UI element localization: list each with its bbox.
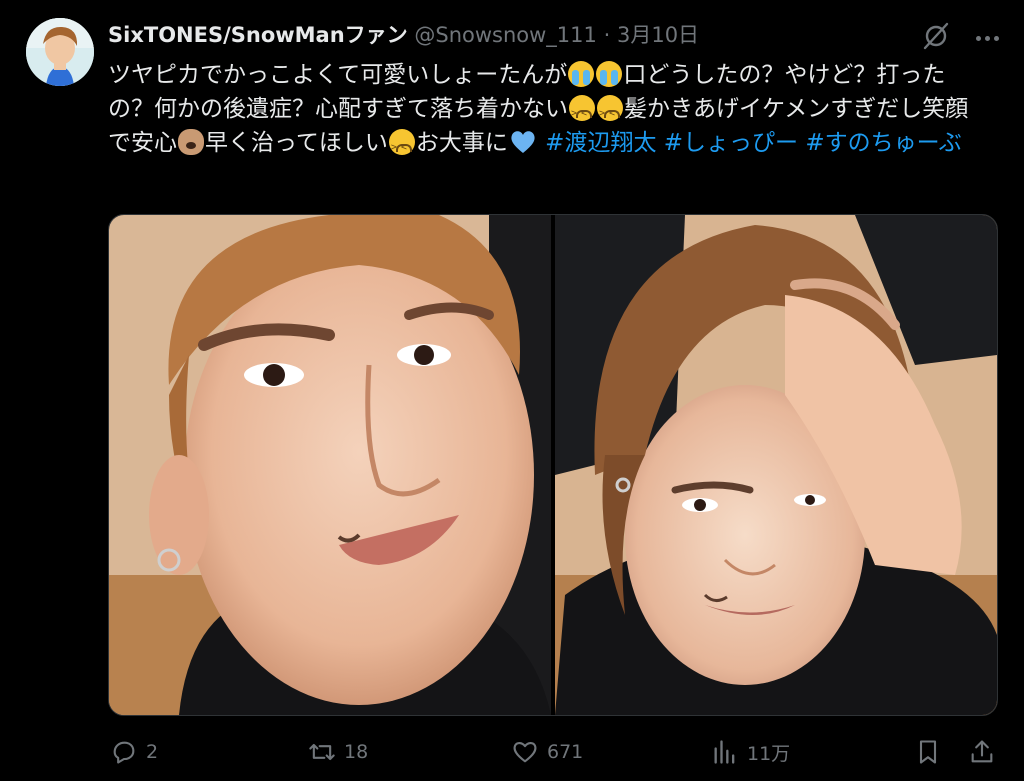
retweet-button[interactable]: 18 xyxy=(308,735,368,769)
avatar[interactable] xyxy=(26,18,94,86)
separator-dot: · xyxy=(603,23,611,47)
tired-face-icon xyxy=(597,95,623,131)
retweet-count: 18 xyxy=(344,741,369,763)
retweet-icon xyxy=(309,743,335,761)
tweet-date[interactable]: 3月10日 xyxy=(617,23,699,47)
heart-icon xyxy=(513,741,537,763)
share-icon xyxy=(971,740,993,763)
tweet-text: ツヤピカでかっこよくて可愛いしょーたんが 口どうしたの？やけど？打ったの？何かの後… xyxy=(108,58,988,165)
tweet-header: SixTONES/SnowManファン @Snowsnow_111 · 3月10… xyxy=(108,20,944,50)
text-segment: お大事に xyxy=(415,130,508,156)
loudly-crying-face-icon xyxy=(596,61,623,87)
tired-face-icon xyxy=(388,129,415,165)
display-name[interactable]: SixTONES/SnowManファン xyxy=(108,23,408,47)
hashtag-link[interactable]: #渡辺翔太 xyxy=(545,130,656,156)
bookmark-icon xyxy=(919,740,937,764)
like-button[interactable]: 671 xyxy=(511,735,583,769)
light-blue-heart-icon xyxy=(511,131,535,153)
grok-icon[interactable] xyxy=(920,20,952,52)
reply-button[interactable]: 2 xyxy=(110,735,158,769)
reply-icon xyxy=(113,741,135,764)
tweet-media xyxy=(108,214,998,716)
text-segment: 早く治ってほしい xyxy=(205,130,388,156)
tweet-photo[interactable] xyxy=(555,215,997,715)
views-icon xyxy=(714,740,735,764)
views-button[interactable]: 11万 xyxy=(711,735,790,769)
loudly-crying-face-icon xyxy=(568,61,595,87)
tired-face-icon xyxy=(569,95,595,131)
tweet-photo[interactable] xyxy=(109,215,551,715)
text-segment: ツヤピカでかっこよくて可愛いしょーたんが xyxy=(108,62,568,88)
like-count: 671 xyxy=(547,741,584,763)
hashtag-link[interactable]: #しょっぴー xyxy=(664,130,798,156)
dog-face-icon xyxy=(178,129,204,155)
user-handle[interactable]: @Snowsnow_111 xyxy=(414,23,597,47)
tweet-actions: 2 18 671 11万 xyxy=(108,735,998,769)
bookmark-button[interactable] xyxy=(914,735,950,769)
share-button[interactable] xyxy=(968,735,1004,769)
more-options-icon[interactable] xyxy=(972,28,1002,48)
hashtag-link[interactable]: #すのちゅーぶ xyxy=(805,130,961,156)
reply-count: 2 xyxy=(146,741,159,763)
views-count: 11万 xyxy=(747,742,791,765)
